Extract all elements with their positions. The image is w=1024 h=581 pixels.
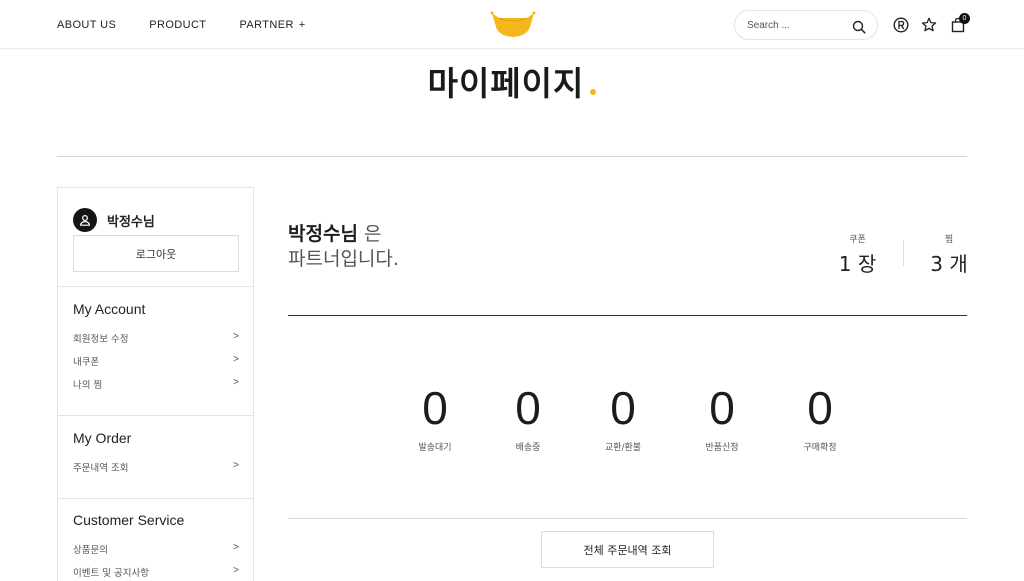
- user-name: 박정수님: [107, 214, 155, 230]
- sidebar-link-order-history[interactable]: 주문내역 조회 >: [73, 460, 239, 474]
- search-icon[interactable]: [852, 19, 866, 34]
- title-dot-accent: [590, 89, 597, 95]
- sidebar-link-label: 내쿠폰: [73, 357, 100, 368]
- section-heading-customer-service: Customer Service: [73, 512, 185, 528]
- basket-logo-icon[interactable]: [489, 9, 537, 39]
- user-profile-row: 박정수님: [73, 208, 155, 232]
- site-header: ABOUT US PRODUCT PARTNER + 0: [0, 0, 1024, 49]
- greeting-suffix: 은: [357, 223, 382, 245]
- nav-about-us[interactable]: ABOUT US: [57, 19, 116, 31]
- sidebar-divider: [58, 415, 253, 416]
- order-count: 0: [807, 382, 833, 434]
- title-divider: [57, 156, 967, 157]
- chevron-right-icon: >: [233, 460, 239, 471]
- chevron-right-icon: >: [233, 377, 239, 388]
- order-section-divider: [288, 518, 967, 519]
- order-status-in-delivery[interactable]: 0 배송중: [488, 382, 568, 453]
- main-divider: [288, 315, 967, 316]
- coupon-stat-value: 1 장: [838, 252, 877, 276]
- wishlist-stat-label: 찜: [944, 235, 954, 245]
- order-count: 0: [610, 382, 636, 434]
- account-sidebar: 박정수님 로그아웃 My Account 회원정보 수정 > 내쿠폰 > 나의 찜 >…: [57, 187, 254, 581]
- order-count: 0: [709, 382, 735, 434]
- sidebar-divider: [58, 498, 253, 499]
- greeting-name: 박정수님: [288, 223, 358, 245]
- section-heading-my-account: My Account: [73, 301, 146, 317]
- nav-partner-label: PARTNER: [239, 19, 294, 31]
- search-input[interactable]: [747, 17, 847, 34]
- sidebar-link-label: 나의 찜: [73, 380, 103, 391]
- sidebar-link-label: 주문내역 조회: [73, 463, 129, 474]
- nav-partner[interactable]: PARTNER +: [239, 19, 305, 31]
- sidebar-link-events-notices[interactable]: 이벤트 및 공지사항 >: [73, 565, 239, 579]
- chevron-right-icon: >: [233, 354, 239, 365]
- shopping-bag-icon[interactable]: 0: [950, 13, 970, 33]
- sidebar-link-edit-profile[interactable]: 회원정보 수정 >: [73, 331, 239, 345]
- section-heading-my-order: My Order: [73, 430, 132, 446]
- view-all-orders-button[interactable]: 전체 주문내역 조회: [541, 531, 714, 568]
- sidebar-link-my-wishlist[interactable]: 나의 찜 >: [73, 377, 239, 391]
- sidebar-divider: [58, 286, 253, 287]
- star-wishlist-icon[interactable]: [921, 17, 937, 33]
- sidebar-link-label: 회원정보 수정: [73, 334, 129, 345]
- stat-separator: [903, 240, 904, 266]
- sidebar-link-label: 이벤트 및 공지사항: [73, 568, 149, 579]
- sidebar-link-product-inquiry[interactable]: 상품문의 >: [73, 542, 239, 556]
- avatar-icon: [73, 208, 97, 232]
- wishlist-stat-value: 3 개: [930, 252, 968, 276]
- logout-button[interactable]: 로그아웃: [73, 235, 239, 272]
- greeting-line-1: 박정수님 은: [288, 222, 399, 247]
- order-count: 0: [422, 382, 448, 434]
- page-title: 마이페이지: [0, 57, 1024, 105]
- plus-icon: +: [298, 19, 306, 31]
- order-count: 0: [515, 382, 541, 434]
- main-nav: ABOUT US PRODUCT PARTNER +: [57, 19, 339, 31]
- greeting-line-2: 파트너입니다.: [288, 248, 399, 270]
- chevron-right-icon: >: [233, 331, 239, 342]
- nav-product[interactable]: PRODUCT: [149, 19, 206, 31]
- coupon-stat-label: 쿠폰: [849, 235, 866, 245]
- order-status-label: 반품신청: [705, 443, 739, 453]
- coupon-stat[interactable]: 쿠폰 1 장: [830, 232, 885, 277]
- search-box: [734, 10, 878, 40]
- user-account-icon[interactable]: [893, 17, 909, 33]
- order-status-purchase-confirmed[interactable]: 0 구매확정: [780, 382, 860, 453]
- sidebar-link-label: 상품문의: [73, 545, 108, 556]
- order-status-label: 발송대기: [418, 443, 452, 453]
- page-title-text: 마이페이지: [427, 64, 585, 103]
- cart-count-badge: 0: [959, 13, 970, 24]
- member-greeting: 박정수님 은 파트너입니다.: [288, 222, 399, 272]
- sidebar-link-my-coupons[interactable]: 내쿠폰 >: [73, 354, 239, 368]
- order-status-label: 구매확정: [803, 443, 837, 453]
- chevron-right-icon: >: [233, 542, 239, 553]
- order-status-return-request[interactable]: 0 반품신청: [682, 382, 762, 453]
- order-status-label: 배송중: [515, 443, 541, 453]
- order-status-label: 교환/환불: [604, 443, 642, 453]
- chevron-right-icon: >: [233, 565, 239, 576]
- wishlist-stat[interactable]: 찜 3 개: [922, 232, 976, 277]
- order-status-exchange-refund[interactable]: 0 교환/환불: [583, 382, 663, 453]
- order-status-awaiting-shipment[interactable]: 0 발송대기: [395, 382, 475, 453]
